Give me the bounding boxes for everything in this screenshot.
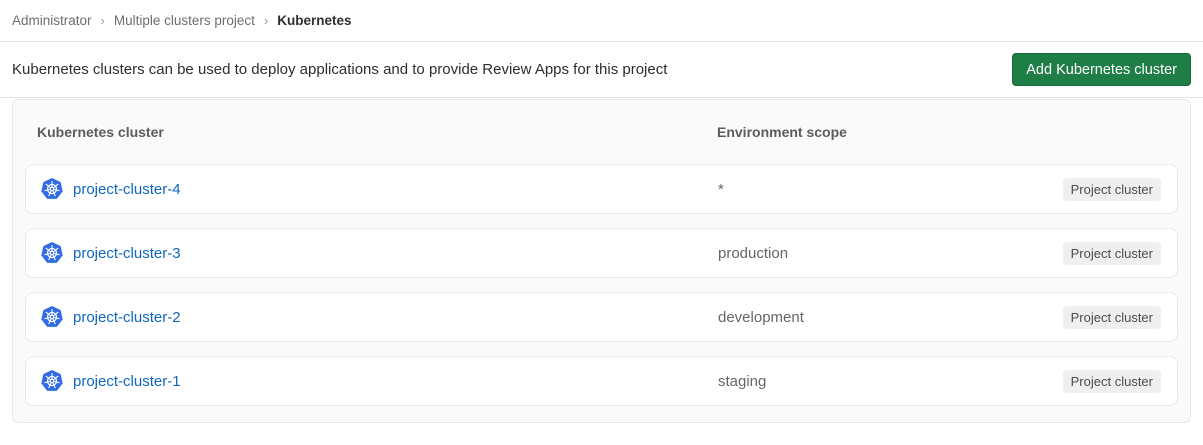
kubernetes-logo-icon	[40, 369, 64, 393]
cluster-row: project-cluster-4 * Project cluster	[25, 164, 1178, 214]
breadcrumb-item-administrator[interactable]: Administrator	[12, 13, 92, 28]
cluster-list-header: Kubernetes cluster Environment scope	[13, 100, 1190, 164]
kubernetes-logo-icon	[40, 305, 64, 329]
cluster-type-badge: Project cluster	[1063, 306, 1161, 329]
cluster-name-link[interactable]: project-cluster-4	[73, 181, 181, 198]
kubernetes-logo-icon	[40, 177, 64, 201]
page-description: Kubernetes clusters can be used to deplo…	[12, 61, 667, 78]
cluster-row-main: project-cluster-3	[40, 241, 718, 265]
cluster-row: project-cluster-3 production Project clu…	[25, 228, 1178, 278]
cluster-type-badge: Project cluster	[1063, 370, 1161, 393]
cluster-row: project-cluster-2 development Project cl…	[25, 292, 1178, 342]
breadcrumb-item-kubernetes: Kubernetes	[277, 13, 351, 28]
cluster-row-main: project-cluster-2	[40, 305, 718, 329]
cluster-row-main: project-cluster-4	[40, 177, 718, 201]
breadcrumb-item-project[interactable]: Multiple clusters project	[114, 13, 255, 28]
column-header-environment-scope: Environment scope	[717, 124, 1166, 140]
cluster-type-badge: Project cluster	[1063, 178, 1161, 201]
cluster-name-link[interactable]: project-cluster-2	[73, 309, 181, 326]
breadcrumb: Administrator › Multiple clusters projec…	[0, 0, 1203, 42]
environment-scope-value: development	[718, 309, 1063, 326]
clusters-panel: Kubernetes cluster Environment scope pro	[12, 99, 1191, 423]
cluster-row-main: project-cluster-1	[40, 369, 718, 393]
environment-scope-value: staging	[718, 373, 1063, 390]
cluster-row: project-cluster-1 staging Project cluste…	[25, 356, 1178, 406]
page-header: Kubernetes clusters can be used to deplo…	[0, 42, 1203, 98]
breadcrumb-separator-icon: ›	[264, 13, 268, 28]
kubernetes-logo-icon	[40, 241, 64, 265]
cluster-list: project-cluster-4 * Project cluster	[13, 164, 1190, 406]
cluster-type-badge: Project cluster	[1063, 242, 1161, 265]
cluster-name-link[interactable]: project-cluster-1	[73, 373, 181, 390]
column-header-kubernetes-cluster: Kubernetes cluster	[37, 124, 717, 140]
cluster-name-link[interactable]: project-cluster-3	[73, 245, 181, 262]
breadcrumb-separator-icon: ›	[101, 13, 105, 28]
environment-scope-value: *	[718, 181, 1063, 198]
add-kubernetes-cluster-button[interactable]: Add Kubernetes cluster	[1012, 53, 1191, 86]
environment-scope-value: production	[718, 245, 1063, 262]
